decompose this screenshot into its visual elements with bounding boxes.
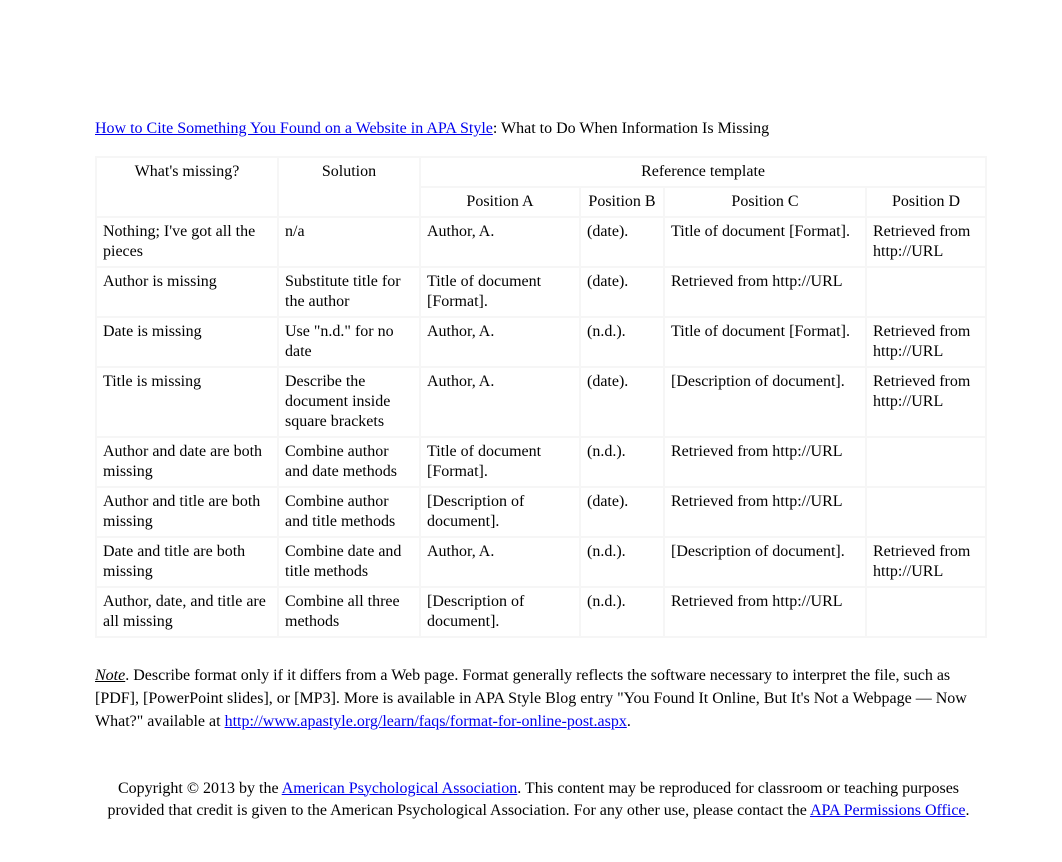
cell-missing: Nothing; I've got all the pieces [97,218,277,266]
cell-pos-d [867,438,985,486]
cell-pos-c: [Description of document]. [665,538,865,586]
cell-pos-a: Title of document [Format]. [421,268,579,316]
cell-pos-d: Retrieved from http://URL [867,368,985,436]
table-row: Author is missing Substitute title for t… [97,268,985,316]
cell-pos-c: Title of document [Format]. [665,218,865,266]
note-paragraph: Note. Describe format only if it differs… [95,664,982,734]
note-label: Note [95,667,125,684]
cell-solution: Describe the document inside square brac… [279,368,419,436]
table-row: Author, date, and title are all missing … [97,588,985,636]
header-missing: What's missing? [97,158,277,216]
table-row: Nothing; I've got all the pieces n/a Aut… [97,218,985,266]
note-link[interactable]: http://www.apastyle.org/learn/faqs/forma… [225,713,627,730]
cell-pos-c: Title of document [Format]. [665,318,865,366]
cell-solution: Combine author and date methods [279,438,419,486]
table-row: Date is missing Use "n.d." for no date A… [97,318,985,366]
cell-pos-c: Retrieved from http://URL [665,488,865,536]
cell-pos-c: [Description of document]. [665,368,865,436]
cell-pos-d: Retrieved from http://URL [867,218,985,266]
cell-solution: Combine date and title methods [279,538,419,586]
cell-pos-d [867,588,985,636]
cell-missing: Author, date, and title are all missing [97,588,277,636]
cell-pos-d: Retrieved from http://URL [867,538,985,586]
table-row: Title is missing Describe the document i… [97,368,985,436]
cell-pos-b: (date). [581,218,663,266]
header-solution: Solution [279,158,419,216]
note-body-2: . [627,713,631,730]
header-pos-b: Position B [581,188,663,216]
cell-pos-d [867,268,985,316]
cell-pos-b: (n.d.). [581,588,663,636]
cell-missing: Date is missing [97,318,277,366]
cell-pos-d: Retrieved from http://URL [867,318,985,366]
cell-pos-a: [Description of document]. [421,588,579,636]
cell-pos-c: Retrieved from http://URL [665,438,865,486]
copyright-pre: Copyright © 2013 by the [118,780,282,797]
reference-table: What's missing? Solution Reference templ… [95,156,987,638]
cell-pos-a: Author, A. [421,318,579,366]
cell-pos-b: (n.d.). [581,438,663,486]
cell-pos-b: (n.d.). [581,538,663,586]
cell-solution: Combine author and title methods [279,488,419,536]
cell-missing: Author and title are both missing [97,488,277,536]
header-template-span: Reference template [421,158,985,186]
copyright-post: . [966,802,970,819]
cell-missing: Title is missing [97,368,277,436]
page-title-line: How to Cite Something You Found on a Web… [95,120,982,138]
title-link[interactable]: How to Cite Something You Found on a Web… [95,120,493,137]
cell-pos-c: Retrieved from http://URL [665,588,865,636]
copyright-link-permissions[interactable]: APA Permissions Office [810,802,966,819]
cell-pos-b: (date). [581,368,663,436]
cell-pos-d [867,488,985,536]
copyright-link-apa[interactable]: American Psychological Association [282,780,518,797]
copyright-paragraph: Copyright © 2013 by the American Psychol… [95,778,982,823]
cell-solution: Use "n.d." for no date [279,318,419,366]
cell-pos-a: Author, A. [421,218,579,266]
header-pos-c: Position C [665,188,865,216]
cell-missing: Date and title are both missing [97,538,277,586]
cell-solution: n/a [279,218,419,266]
cell-pos-a: Author, A. [421,368,579,436]
cell-pos-a: Title of document [Format]. [421,438,579,486]
cell-pos-b: (date). [581,488,663,536]
title-suffix: : What to Do When Information Is Missing [493,120,769,137]
cell-pos-a: [Description of document]. [421,488,579,536]
cell-missing: Author is missing [97,268,277,316]
table-row: Date and title are both missing Combine … [97,538,985,586]
cell-pos-a: Author, A. [421,538,579,586]
cell-pos-c: Retrieved from http://URL [665,268,865,316]
cell-pos-b: (date). [581,268,663,316]
cell-missing: Author and date are both missing [97,438,277,486]
header-pos-a: Position A [421,188,579,216]
cell-solution: Substitute title for the author [279,268,419,316]
cell-solution: Combine all three methods [279,588,419,636]
table-row: Author and title are both missing Combin… [97,488,985,536]
cell-pos-b: (n.d.). [581,318,663,366]
header-pos-d: Position D [867,188,985,216]
table-row: Author and date are both missing Combine… [97,438,985,486]
